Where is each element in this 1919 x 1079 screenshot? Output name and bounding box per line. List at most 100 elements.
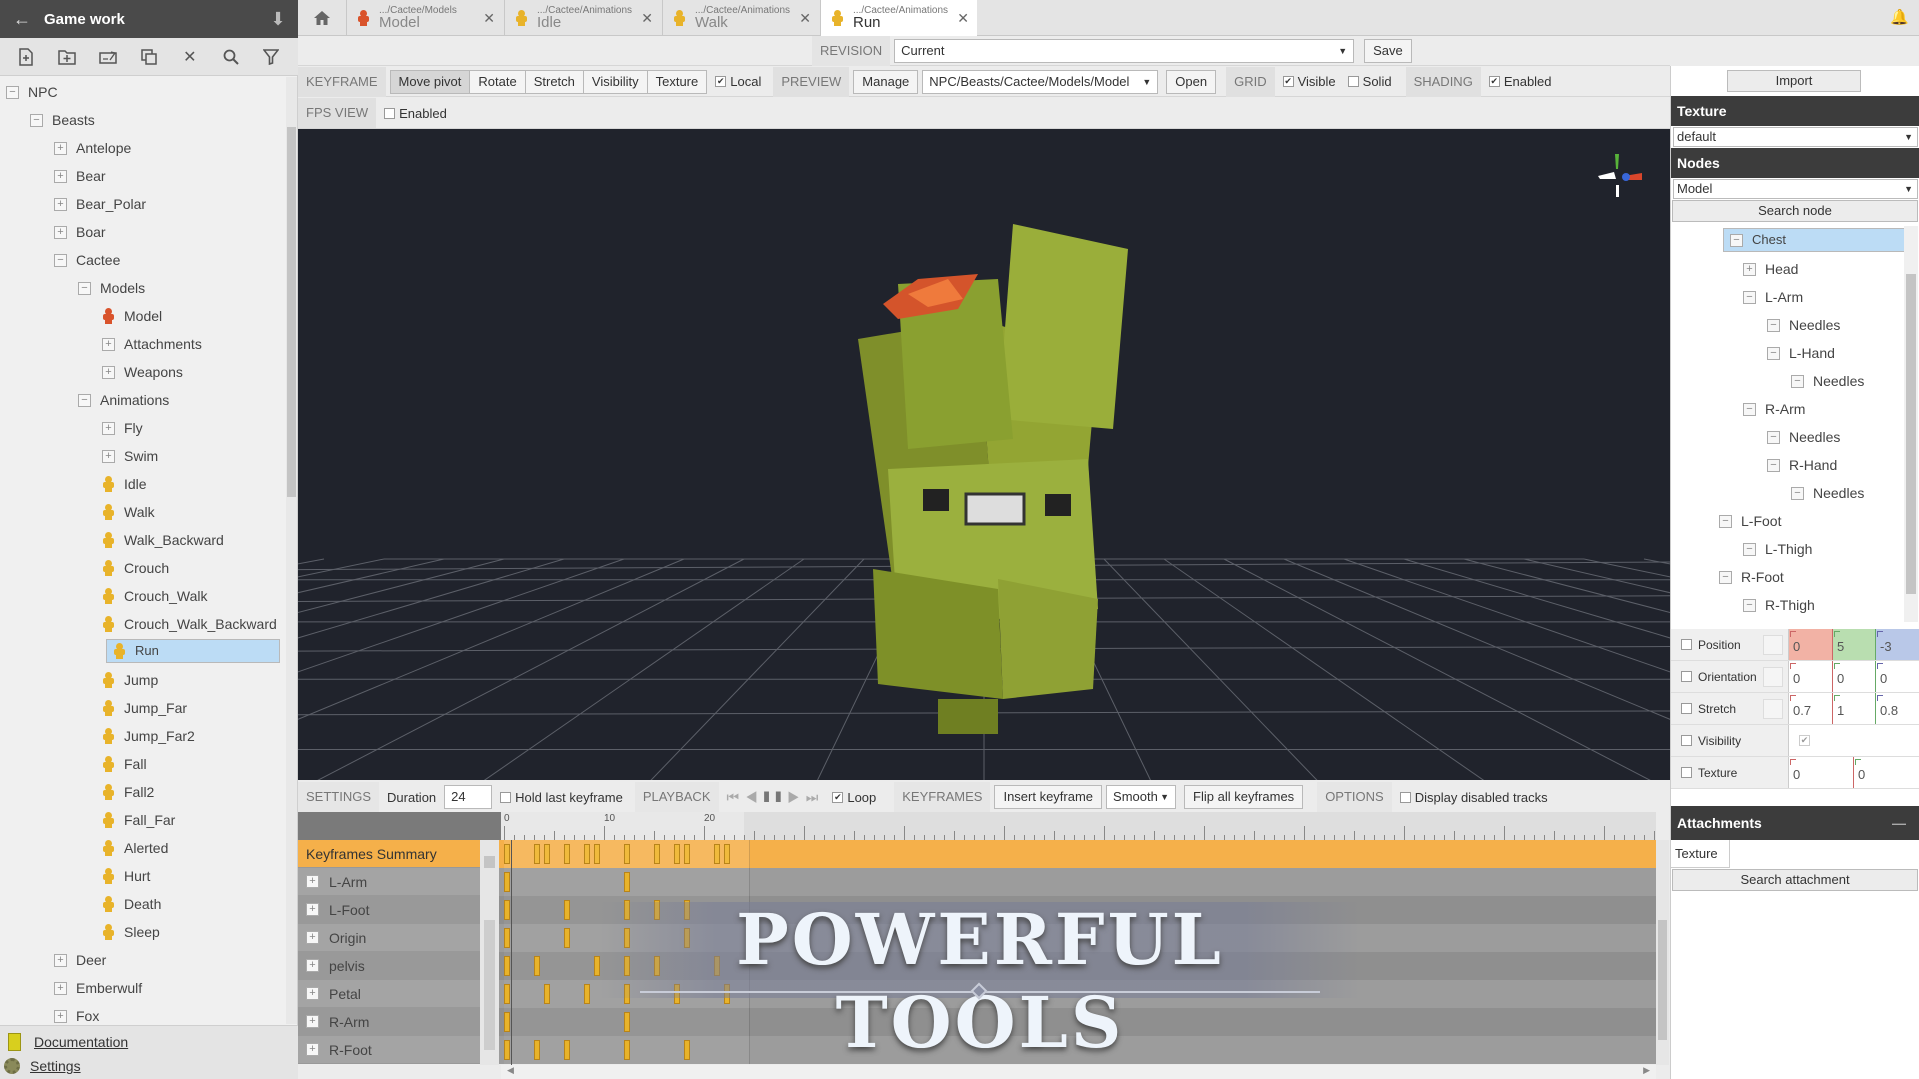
tree-item[interactable]: Crouch_Walk_Backward bbox=[102, 611, 277, 637]
tree-item[interactable]: Death bbox=[102, 891, 161, 917]
track-row[interactable]: + Origin bbox=[298, 924, 1656, 952]
keyframe-marker[interactable] bbox=[624, 984, 630, 1004]
tree-item[interactable]: Sleep bbox=[102, 919, 160, 945]
track-name-cell[interactable]: + L-Arm bbox=[298, 868, 480, 896]
tree-item[interactable]: Crouch bbox=[102, 555, 169, 581]
stretch-y-field[interactable]: 1 bbox=[1833, 693, 1876, 724]
tab-walk[interactable]: .../Cactee/Animations Walk ✕ bbox=[662, 0, 819, 35]
tree-item[interactable]: + Emberwulf bbox=[54, 975, 142, 1001]
expand-icon[interactable]: + bbox=[1743, 262, 1756, 276]
checkbox-box[interactable] bbox=[384, 107, 396, 119]
scroll-left-icon[interactable]: ◀ bbox=[507, 1065, 514, 1076]
playhead[interactable] bbox=[511, 840, 512, 1065]
keyframe-marker[interactable] bbox=[724, 984, 730, 1004]
keyframe-marker[interactable] bbox=[534, 1040, 540, 1060]
tree-item[interactable]: Fall bbox=[102, 751, 147, 777]
new-folder-icon[interactable] bbox=[54, 44, 80, 70]
tree-item[interactable]: − NPC bbox=[6, 79, 58, 105]
texture-checkbox[interactable] bbox=[1681, 767, 1692, 778]
track-row[interactable]: + R-Arm bbox=[298, 1008, 1656, 1036]
keyframe-marker[interactable] bbox=[504, 1040, 510, 1060]
settings-link[interactable]: Settings bbox=[4, 1058, 81, 1074]
keyframe-marker[interactable] bbox=[674, 844, 680, 864]
tree-item[interactable]: Jump_Far2 bbox=[102, 723, 195, 749]
keyframe-marker[interactable] bbox=[684, 928, 690, 948]
nodes-select[interactable]: Model ▼ bbox=[1673, 179, 1918, 199]
track-row[interactable]: + Petal bbox=[298, 980, 1656, 1008]
duration-input[interactable]: 24 bbox=[444, 785, 493, 809]
orientation-z-field[interactable]: 0 bbox=[1876, 661, 1919, 692]
expand-icon[interactable]: + bbox=[102, 421, 115, 435]
expand-icon[interactable]: + bbox=[54, 197, 67, 211]
scroll-right-icon[interactable]: ▶ bbox=[1643, 1065, 1650, 1076]
expand-icon[interactable]: + bbox=[102, 365, 115, 379]
track-row[interactable]: + pelvis bbox=[298, 952, 1656, 980]
node-item[interactable]: − L-Arm bbox=[1743, 284, 1803, 310]
expand-icon[interactable]: + bbox=[306, 931, 319, 944]
expand-icon[interactable]: + bbox=[306, 1015, 319, 1028]
collapse-icon[interactable]: − bbox=[1767, 430, 1780, 444]
notification-bell-icon[interactable]: 🔔 bbox=[1890, 8, 1909, 26]
download-icon[interactable]: ⬇ bbox=[258, 9, 298, 30]
mode-stretch-button[interactable]: Stretch bbox=[525, 69, 584, 94]
keyframe-marker[interactable] bbox=[564, 900, 570, 920]
keyframe-marker[interactable] bbox=[534, 844, 540, 864]
collapse-icon[interactable]: − bbox=[54, 253, 67, 267]
checkbox-box[interactable]: ✔ bbox=[1488, 76, 1500, 87]
keyframe-marker[interactable] bbox=[674, 984, 680, 1004]
visibility-checkbox[interactable] bbox=[1681, 735, 1692, 746]
position-z-field[interactable]: -3 bbox=[1876, 629, 1919, 660]
frame-ruler[interactable]: 0 10 20 bbox=[501, 812, 1656, 840]
expand-icon[interactable]: + bbox=[306, 1043, 319, 1056]
node-item[interactable]: − Needles bbox=[1791, 480, 1864, 506]
node-item[interactable]: − Chest bbox=[1723, 228, 1904, 252]
keyframe-marker[interactable] bbox=[624, 844, 630, 864]
node-item[interactable]: − R-Hand bbox=[1767, 452, 1837, 478]
expand-icon[interactable]: + bbox=[102, 449, 115, 463]
3d-viewport[interactable] bbox=[298, 129, 1670, 780]
tree-item[interactable]: − Models bbox=[78, 275, 145, 301]
node-item[interactable]: − L-Hand bbox=[1767, 340, 1835, 366]
tree-item[interactable]: Jump bbox=[102, 667, 158, 693]
keyframe-marker[interactable] bbox=[624, 1012, 630, 1032]
node-item[interactable]: − L-Foot bbox=[1719, 508, 1781, 534]
expand-icon[interactable]: + bbox=[54, 981, 67, 995]
curve-icon[interactable] bbox=[1763, 699, 1783, 719]
keyframe-marker[interactable] bbox=[714, 956, 720, 976]
tree-item[interactable]: Fall2 bbox=[102, 779, 154, 805]
track-name-cell[interactable]: + pelvis bbox=[298, 952, 480, 980]
track-name-cell[interactable]: + Origin bbox=[298, 924, 480, 952]
checkbox-box[interactable] bbox=[500, 791, 512, 803]
tab-idle[interactable]: .../Cactee/Animations Idle ✕ bbox=[504, 0, 661, 35]
close-icon[interactable]: ✕ bbox=[799, 10, 811, 27]
track-name-cell[interactable]: + R-Foot bbox=[298, 1036, 480, 1064]
grid-solid-checkbox[interactable]: Solid bbox=[1347, 74, 1392, 89]
close-icon[interactable]: ✕ bbox=[641, 10, 653, 27]
tree-item[interactable]: + Fly bbox=[102, 415, 143, 441]
scrollbar-thumb[interactable] bbox=[1906, 274, 1916, 594]
collapse-icon[interactable]: − bbox=[1767, 318, 1780, 332]
tree-item[interactable]: Alerted bbox=[102, 835, 168, 861]
filter-icon[interactable] bbox=[258, 44, 284, 70]
keyframes-summary-row[interactable]: Keyframes Summary bbox=[298, 840, 1656, 868]
step-back-icon[interactable]: ◀ bbox=[745, 789, 764, 805]
tab-run[interactable]: .../Cactee/Animations Run ✕ bbox=[820, 0, 977, 36]
collapse-icon[interactable]: − bbox=[30, 113, 43, 127]
checkbox-box[interactable]: ✔ bbox=[715, 76, 727, 87]
tree-item[interactable]: + Weapons bbox=[102, 359, 183, 385]
expand-icon[interactable]: + bbox=[54, 225, 67, 239]
fps-enabled-checkbox[interactable]: Enabled bbox=[384, 106, 447, 121]
node-item[interactable]: − R-Foot bbox=[1719, 564, 1784, 590]
collapse-icon[interactable]: − bbox=[1719, 570, 1732, 584]
orientation-checkbox[interactable] bbox=[1681, 671, 1692, 682]
expand-icon[interactable]: + bbox=[306, 903, 319, 916]
collapse-icon[interactable]: − bbox=[6, 85, 19, 99]
close-icon[interactable]: ✕ bbox=[483, 10, 495, 27]
keyframe-marker[interactable] bbox=[684, 900, 690, 920]
keyframe-marker[interactable] bbox=[544, 984, 550, 1004]
track-row[interactable]: + L-Foot bbox=[298, 896, 1656, 924]
tree-item[interactable]: + Bear_Polar bbox=[54, 191, 146, 217]
tree-item[interactable]: + Boar bbox=[54, 219, 106, 245]
search-icon[interactable] bbox=[218, 44, 244, 70]
skip-start-icon[interactable]: ⏮ bbox=[727, 789, 746, 805]
